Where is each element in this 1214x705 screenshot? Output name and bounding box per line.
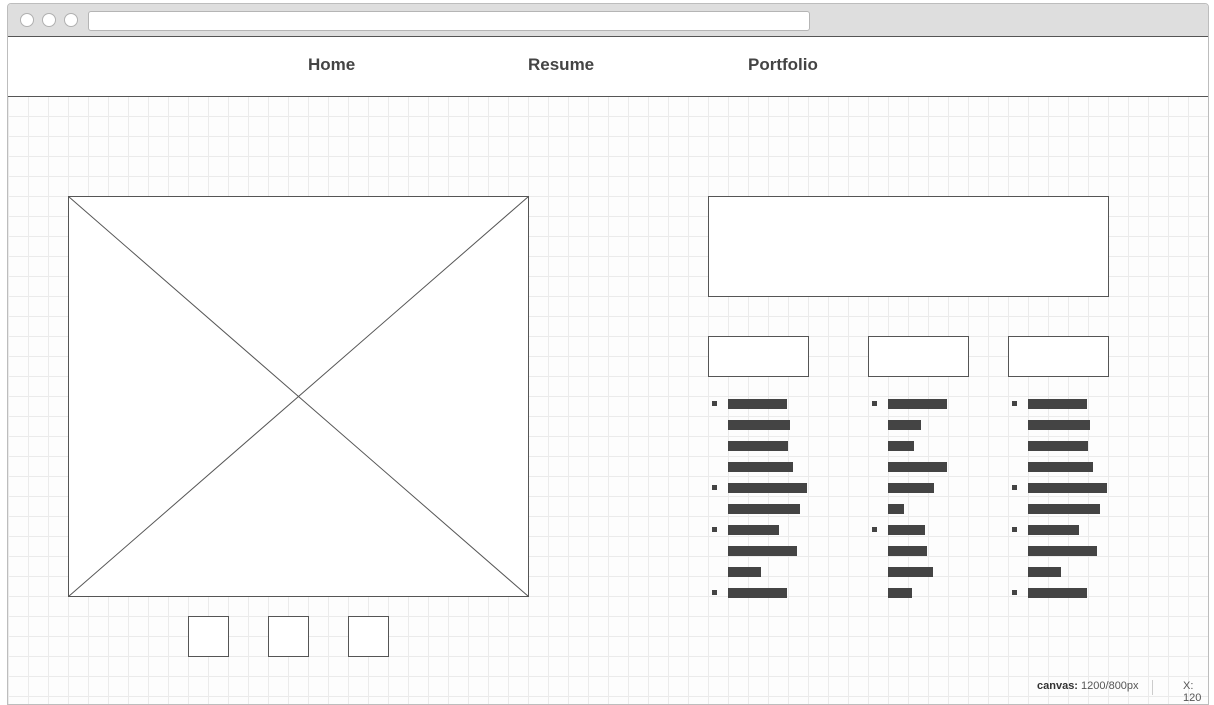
- text-line-placeholder: [728, 462, 793, 472]
- list-bullet: [872, 401, 877, 406]
- text-line-placeholder: [888, 441, 914, 451]
- canvas-size-readout: canvas: 1200/800px: [1037, 680, 1139, 692]
- text-line-placeholder: [728, 420, 790, 430]
- text-line-placeholder: [728, 504, 800, 514]
- list-bullet: [712, 527, 717, 532]
- list-bullet: [1012, 527, 1017, 532]
- text-line-placeholder: [888, 462, 947, 472]
- list-bullet: [872, 527, 877, 532]
- text-line-placeholder: [1028, 441, 1088, 451]
- text-line-placeholder: [888, 588, 912, 598]
- text-line-placeholder: [1028, 588, 1087, 598]
- status-divider: [1152, 680, 1153, 695]
- text-line-placeholder: [888, 546, 927, 556]
- text-line-placeholder: [888, 483, 934, 493]
- text-line-placeholder: [1028, 399, 1087, 409]
- text-line-placeholder: [888, 420, 921, 430]
- column-3-heading-box: [1008, 336, 1109, 377]
- thumbnail-1[interactable]: [188, 616, 229, 657]
- text-line-placeholder: [1028, 546, 1097, 556]
- cursor-x-value: 120: [1183, 692, 1202, 704]
- text-line-placeholder: [1028, 483, 1107, 493]
- text-line-placeholder: [728, 525, 779, 535]
- text-line-placeholder: [728, 546, 797, 556]
- list-bullet: [1012, 401, 1017, 406]
- text-line-placeholder: [888, 567, 933, 577]
- cursor-x-label: X:: [1183, 680, 1194, 692]
- list-bullet: [712, 401, 717, 406]
- text-line-placeholder: [1028, 462, 1093, 472]
- text-line-placeholder: [1028, 420, 1090, 430]
- text-line-placeholder: [728, 567, 761, 577]
- nav-portfolio-link[interactable]: Portfolio: [748, 55, 818, 75]
- thumbnail-2[interactable]: [268, 616, 309, 657]
- nav-resume-link[interactable]: Resume: [528, 55, 594, 75]
- text-line-placeholder: [888, 504, 904, 514]
- image-placeholder: [68, 196, 529, 597]
- minimize-window-button[interactable]: [42, 13, 56, 27]
- text-line-placeholder: [888, 399, 947, 409]
- column-2-heading-box: [868, 336, 969, 377]
- image-placeholder-icon: [68, 196, 529, 597]
- text-line-placeholder: [728, 588, 787, 598]
- list-bullet: [712, 485, 717, 490]
- canvas-size-value: 1200/800px: [1081, 680, 1139, 692]
- text-line-placeholder: [1028, 525, 1079, 535]
- nav-bar: Home Resume Portfolio: [8, 36, 1208, 97]
- text-line-placeholder: [728, 399, 787, 409]
- text-line-placeholder: [728, 483, 807, 493]
- thumbnail-3[interactable]: [348, 616, 389, 657]
- text-line-placeholder: [728, 441, 788, 451]
- address-bar[interactable]: [88, 11, 810, 31]
- column-1-heading-box: [708, 336, 809, 377]
- list-bullet: [1012, 485, 1017, 490]
- list-bullet: [1012, 590, 1017, 595]
- cursor-x-readout: X: 120: [1183, 680, 1214, 704]
- nav-home-link[interactable]: Home: [308, 55, 355, 75]
- text-line-placeholder: [1028, 567, 1061, 577]
- header-text-box: [708, 196, 1109, 297]
- list-bullet: [712, 590, 717, 595]
- text-line-placeholder: [888, 525, 925, 535]
- browser-window: Home Resume Portfolio: [7, 3, 1209, 705]
- text-line-placeholder: [1028, 504, 1100, 514]
- close-window-button[interactable]: [20, 13, 34, 27]
- browser-titlebar: [8, 4, 1208, 37]
- maximize-window-button[interactable]: [64, 13, 78, 27]
- canvas-size-label: canvas:: [1037, 680, 1078, 692]
